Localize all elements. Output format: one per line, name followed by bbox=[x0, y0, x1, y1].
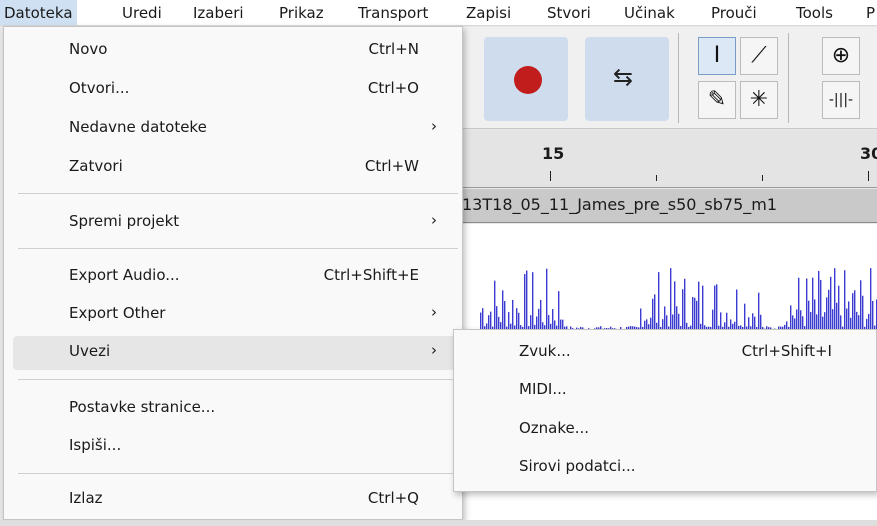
silence-icon[interactable]: -|||- bbox=[822, 81, 860, 119]
menu-item-export-other[interactable]: Export Other › bbox=[13, 298, 455, 332]
menu-tools[interactable]: Tools bbox=[796, 4, 833, 22]
menu-zapisi[interactable]: Zapisi bbox=[466, 4, 511, 22]
menu-item-exit[interactable]: Izlaz Ctrl+Q bbox=[13, 483, 455, 517]
loop-button[interactable]: ⇆ bbox=[585, 37, 669, 121]
file-menu: Novo Ctrl+N Otvori... Ctrl+O Nedavne dat… bbox=[3, 26, 463, 520]
menu-item-page-setup[interactable]: Postavke stranice... bbox=[13, 392, 455, 426]
menu-uredi[interactable]: Uredi bbox=[122, 4, 162, 22]
menu-prouci[interactable]: Prouči bbox=[711, 4, 757, 22]
menu-item-open[interactable]: Otvori... Ctrl+O bbox=[13, 73, 455, 107]
ruler-tick bbox=[868, 171, 869, 181]
menu-item-print[interactable]: Ispiši... bbox=[13, 430, 455, 464]
menu-separator bbox=[18, 193, 458, 194]
menu-ucinak[interactable]: Učinak bbox=[624, 4, 675, 22]
multi-tool-icon[interactable]: ✳ bbox=[740, 81, 778, 119]
chevron-right-icon: › bbox=[431, 341, 437, 359]
chevron-right-icon: › bbox=[431, 117, 437, 135]
submenu-item-labels[interactable]: Oznake... bbox=[462, 413, 872, 447]
envelope-tool-icon[interactable]: ⟋ bbox=[740, 37, 778, 75]
menu-item-save-project[interactable]: Spremi projekt › bbox=[13, 206, 455, 240]
zoom-in-icon[interactable]: ⊕ bbox=[822, 37, 860, 75]
submenu-item-audio[interactable]: Zvuk... Ctrl+Shift+I bbox=[462, 336, 872, 370]
menu-separator bbox=[18, 473, 458, 474]
menu-separator bbox=[18, 379, 458, 380]
record-icon bbox=[514, 66, 542, 94]
menu-item-export-audio[interactable]: Export Audio... Ctrl+Shift+E bbox=[13, 260, 455, 294]
menubar: Datoteka Uredi Izaberi Prikaz Transport … bbox=[0, 0, 877, 26]
ruler-tick bbox=[550, 171, 551, 181]
chevron-right-icon: › bbox=[431, 303, 437, 321]
chevron-right-icon: › bbox=[431, 211, 437, 229]
menu-izaberi[interactable]: Izaberi bbox=[193, 4, 244, 22]
toolbar-separator bbox=[678, 33, 679, 123]
menu-item-close[interactable]: Zatvori Ctrl+W bbox=[13, 151, 455, 185]
ruler-label: 15 bbox=[542, 144, 565, 163]
menu-prikaz[interactable]: Prikaz bbox=[279, 4, 324, 22]
submenu-item-raw-data[interactable]: Sirovi podatci... bbox=[462, 451, 872, 485]
ruler-tick bbox=[656, 175, 657, 181]
import-submenu: Zvuk... Ctrl+Shift+I MIDI... Oznake... S… bbox=[453, 329, 877, 492]
timeline-ruler[interactable]: 15 30 bbox=[460, 130, 877, 188]
ruler-tick bbox=[762, 175, 763, 181]
menu-separator bbox=[18, 248, 458, 249]
menu-transport[interactable]: Transport bbox=[358, 4, 428, 22]
ruler-label: 30 bbox=[860, 144, 877, 163]
toolbar-separator bbox=[788, 33, 789, 123]
status-strip bbox=[0, 520, 877, 526]
menu-datoteka[interactable]: Datoteka bbox=[0, 0, 77, 25]
record-button[interactable] bbox=[484, 37, 568, 121]
transport-toolbar: ⇆ I ⟋ ✎ ✳ ⊕ -|||- bbox=[460, 27, 877, 129]
menu-stvori[interactable]: Stvori bbox=[547, 4, 591, 22]
loop-icon: ⇆ bbox=[613, 63, 634, 91]
select-tool-icon[interactable]: I bbox=[698, 37, 736, 75]
menu-item-recent-files[interactable]: Nedavne datoteke › bbox=[13, 112, 455, 146]
draw-tool-icon[interactable]: ✎ bbox=[698, 81, 736, 119]
menu-item-new[interactable]: Novo Ctrl+N bbox=[13, 34, 455, 68]
menu-p[interactable]: P bbox=[866, 4, 875, 22]
menu-item-import[interactable]: Uvezi › bbox=[13, 336, 455, 370]
track-name[interactable]: 13T18_05_11_James_pre_s50_sb75_m1 bbox=[460, 189, 877, 223]
submenu-item-midi[interactable]: MIDI... bbox=[462, 374, 872, 408]
